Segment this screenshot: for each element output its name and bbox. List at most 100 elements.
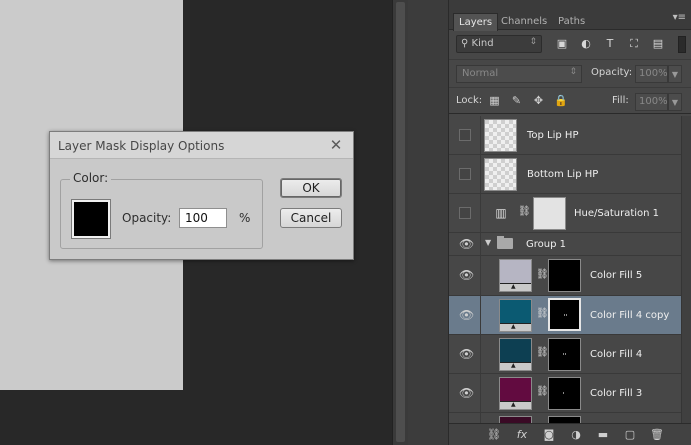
layer-name[interactable]: Color Fill 3 [590, 388, 642, 399]
fill-thumbnail[interactable]: ▲ [499, 338, 532, 371]
color-group-label: Color: [70, 171, 112, 185]
layer-thumbnail[interactable] [484, 158, 517, 191]
layers-panel: Layers Channels Paths ▾≡ ⚲ Kind ⇕ ▣ ◐ T … [448, 0, 691, 445]
opacity-input[interactable] [179, 208, 227, 228]
layer-opacity-field[interactable]: 100% [635, 65, 668, 83]
layer-name[interactable]: Hue/Saturation 1 [574, 208, 659, 219]
tab-channels[interactable]: Channels [496, 13, 552, 31]
dialog-title: Layer Mask Display Options [58, 139, 225, 153]
layer-row[interactable]: Top Lip HP [449, 116, 691, 155]
scrollbar-thumb[interactable] [396, 2, 405, 442]
cancel-button[interactable]: Cancel [280, 208, 342, 228]
visibility-toggle[interactable] [459, 207, 471, 219]
mask-thumbnail[interactable] [548, 338, 581, 371]
eye-icon[interactable]: 👁 [459, 348, 474, 360]
tab-layers[interactable]: Layers [453, 13, 499, 31]
layer-thumbnail[interactable] [484, 119, 517, 152]
panel-menu-icon[interactable]: ▾≡ [673, 12, 686, 23]
layer-row[interactable]: 👁 ▼ Group 1 [449, 233, 691, 256]
visibility-toggle[interactable] [459, 129, 471, 141]
lock-image-pixels-icon[interactable]: ✎ [510, 94, 523, 107]
lock-label: Lock: [456, 95, 483, 106]
visibility-toggle[interactable] [459, 168, 471, 180]
trash-icon[interactable]: 🗑 [649, 427, 665, 443]
eye-icon[interactable]: 👁 [459, 269, 474, 281]
visibility-column-divider [480, 256, 481, 295]
mask-thumbnail[interactable] [548, 298, 581, 331]
close-icon[interactable]: ✕ [329, 137, 343, 153]
filter-pixel-icon[interactable]: ▣ [555, 37, 569, 51]
layer-row[interactable]: 👁 ▲ ⛓ Color Fill 3 [449, 374, 691, 413]
mask-color-swatch[interactable] [71, 199, 111, 239]
link-layers-icon[interactable]: ⛓ [486, 427, 502, 443]
photoshop-window: Layer Mask Display Options ✕ Color: Opac… [0, 0, 691, 445]
blend-row: Normal ⇕ Opacity: 100% ▼ [449, 59, 691, 86]
filter-toggle-switch[interactable] [678, 36, 686, 53]
layer-name[interactable]: Color Fill 5 [590, 270, 642, 281]
dropdown-arrows-icon: ⇕ [569, 67, 577, 77]
lock-transparent-pixels-icon[interactable]: ▦ [488, 94, 501, 107]
tab-paths[interactable]: Paths [553, 13, 590, 31]
chain-link-icon[interactable]: ⛓ [518, 206, 531, 217]
disclosure-triangle-icon[interactable]: ▼ [485, 238, 491, 247]
chain-link-icon[interactable]: ⛓ [536, 308, 549, 319]
filter-adjustment-icon[interactable]: ◐ [579, 37, 593, 51]
kind-filter-dropdown[interactable]: ⚲ Kind ⇕ [456, 35, 542, 53]
dialog-titlebar[interactable]: Layer Mask Display Options ✕ [50, 132, 353, 159]
folder-icon [497, 238, 513, 249]
adjustment-layer-icon: ▥ [495, 206, 507, 220]
layer-name[interactable]: Color Fill 4 copy [590, 310, 669, 321]
fill-dropdown-arrow-icon[interactable]: ▼ [668, 93, 682, 111]
fill-thumbnail[interactable]: ▲ [499, 299, 532, 332]
layer-name[interactable]: Group 1 [526, 239, 566, 250]
layer-name[interactable]: Bottom Lip HP [527, 169, 598, 180]
dropdown-arrows-icon: ⇕ [529, 37, 537, 47]
layer-fill-field[interactable]: 100% [635, 93, 668, 111]
visibility-column-divider [480, 233, 481, 255]
layer-row[interactable]: ▥ ⛓ Hue/Saturation 1 [449, 194, 691, 233]
filter-type-icon[interactable]: T [603, 37, 617, 51]
new-layer-icon[interactable]: ▢ [622, 427, 638, 443]
opacity-dropdown-arrow-icon[interactable]: ▼ [668, 65, 682, 83]
lock-row: Lock: ▦ ✎ ✥ 🔒 Fill: 100% ▼ [449, 87, 691, 114]
visibility-column-divider [480, 335, 481, 373]
mask-thumbnail[interactable] [548, 377, 581, 410]
visibility-column-divider [480, 413, 481, 423]
fill-thumbnail[interactable]: ▲ [499, 377, 532, 410]
mask-thumbnail[interactable] [548, 416, 581, 423]
filter-smart-object-icon[interactable]: ▤ [651, 37, 665, 51]
layer-row-selected[interactable]: 👁 ▲ ⛓ Color Fill 4 copy [449, 296, 691, 335]
new-group-icon[interactable]: ▬ [595, 427, 611, 443]
add-mask-icon[interactable]: ◙ [541, 427, 557, 443]
layer-row[interactable]: 👁 ▲ ⛓ Color Fill 4 [449, 335, 691, 374]
layer-row[interactable]: Bottom Lip HP [449, 155, 691, 194]
layer-row[interactable]: 👁 ▲ ⛓ Color Fill 5 [449, 256, 691, 296]
fill-label: Fill: [612, 95, 629, 106]
lock-all-icon[interactable]: 🔒 [554, 94, 568, 107]
layers-bottom-toolbar: ⛓ fx ◙ ◑ ▬ ▢ 🗑 [449, 423, 691, 445]
fill-thumbnail[interactable] [499, 416, 532, 423]
adjustment-layer-icon[interactable]: ◑ [568, 427, 584, 443]
eye-icon[interactable]: 👁 [459, 387, 474, 399]
layers-scrollbar[interactable] [681, 116, 691, 423]
layer-list[interactable]: Top Lip HP Bottom Lip HP ▥ ⛓ Hue/Saturat… [449, 116, 691, 423]
mask-thumbnail[interactable] [548, 259, 581, 292]
fx-icon[interactable]: fx [514, 427, 530, 443]
eye-icon[interactable]: 👁 [459, 238, 474, 250]
eye-icon[interactable]: 👁 [459, 309, 474, 321]
visibility-column-divider [480, 116, 481, 154]
mask-thumbnail[interactable] [533, 197, 566, 230]
ok-button[interactable]: OK [280, 178, 342, 198]
layer-row[interactable]: 👁 [449, 413, 691, 423]
lock-position-icon[interactable]: ✥ [532, 94, 545, 107]
layer-name[interactable]: Color Fill 4 [590, 349, 642, 360]
visibility-column-divider [480, 296, 481, 334]
layer-name[interactable]: Top Lip HP [527, 130, 578, 141]
chain-link-icon[interactable]: ⛓ [536, 269, 549, 280]
fill-thumbnail[interactable]: ▲ [499, 259, 532, 292]
chain-link-icon[interactable]: ⛓ [536, 386, 549, 397]
filter-shape-icon[interactable]: ⛶ [627, 37, 641, 51]
canvas-vertical-scrollbar[interactable] [392, 0, 408, 445]
chain-link-icon[interactable]: ⛓ [536, 347, 549, 358]
blend-mode-dropdown[interactable]: Normal ⇕ [456, 65, 582, 83]
